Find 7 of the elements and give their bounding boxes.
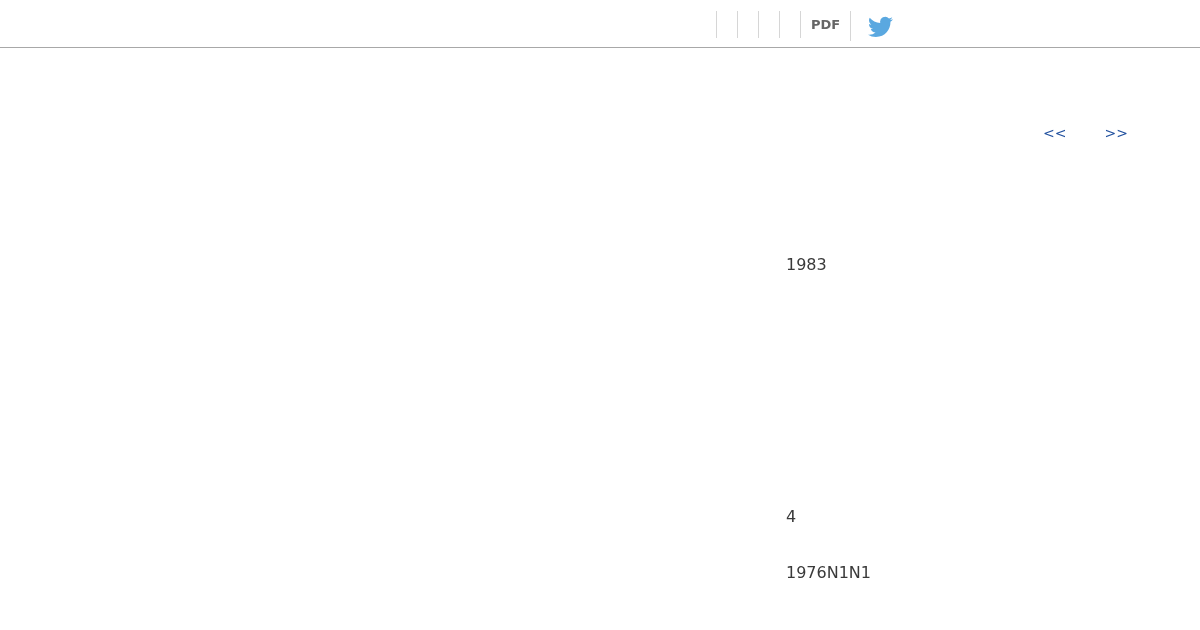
text-line: 1976N1N1: [786, 563, 871, 582]
previous-link[interactable]: <<: [1043, 125, 1067, 142]
text-line: 4: [786, 507, 797, 526]
next-link[interactable]: >>: [1104, 125, 1128, 142]
pdf-link[interactable]: PDF: [811, 16, 841, 33]
bird-icon[interactable]: [868, 15, 894, 37]
text-line: 1983: [786, 255, 827, 274]
